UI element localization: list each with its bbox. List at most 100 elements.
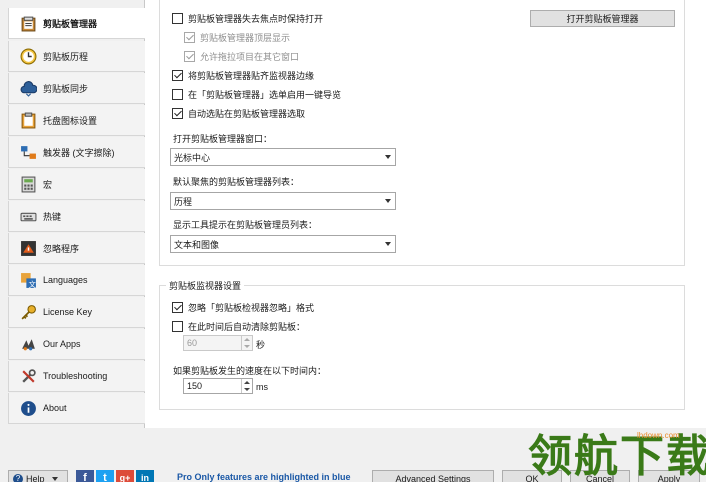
chevron-down-icon bbox=[385, 242, 391, 246]
auto-clear-check[interactable] bbox=[172, 320, 183, 332]
sidebar-item-ignore-programs[interactable]: 忽略程序 bbox=[8, 233, 145, 264]
help-dropdown[interactable]: ? Help bbox=[8, 470, 68, 482]
facebook-icon[interactable]: f bbox=[76, 470, 94, 482]
on-top-check[interactable] bbox=[184, 31, 195, 43]
on-top-label: 剪贴板管理器顶层显示 bbox=[200, 32, 291, 43]
sidebar-item-triggers[interactable]: 触发器 (文字擦除) bbox=[8, 137, 145, 168]
snap-edge-check[interactable] bbox=[172, 69, 183, 81]
snap-edge-label: 将剪贴板管理器贴齐监视器边缘 bbox=[188, 70, 315, 81]
sidebar-item-clipboard-history[interactable]: 剪贴板历程 bbox=[8, 41, 145, 72]
default-list-value: 历程 bbox=[174, 196, 193, 207]
clear-seconds-spinner[interactable]: 60 bbox=[183, 335, 253, 351]
settings-panel: 剪贴板管理器失去焦点时保持打开 打开剪贴板管理器 剪贴板管理器顶层显示 允许拖拉… bbox=[145, 0, 706, 428]
twitter-icon[interactable]: t bbox=[96, 470, 114, 482]
spin-up-icon[interactable] bbox=[242, 379, 252, 386]
sidebar-item-hotkeys[interactable]: 热键 bbox=[8, 201, 145, 232]
auto-select-checkbox[interactable]: 自动选贴在剪贴板管理器选取 bbox=[172, 106, 305, 120]
languages-icon: 文 bbox=[19, 271, 37, 289]
sidebar-item-languages[interactable]: 文 Languages bbox=[8, 265, 145, 296]
sidebar-item-clipboard-manager[interactable]: 剪贴板管理器 bbox=[8, 8, 146, 39]
keep-open-check[interactable] bbox=[172, 12, 183, 24]
default-list-label-text: 默认聚焦的剪贴板管理器列表： bbox=[173, 176, 300, 187]
ignore-program-icon bbox=[19, 239, 37, 257]
sidebar-item-label: 剪贴板同步 bbox=[43, 83, 89, 94]
open-window-select[interactable]: 光标中心 bbox=[170, 148, 396, 166]
auto-select-check[interactable] bbox=[172, 107, 183, 119]
snap-edge-checkbox[interactable]: 将剪贴板管理器贴齐监视器边缘 bbox=[172, 68, 314, 82]
spin-down-icon[interactable] bbox=[242, 386, 252, 393]
macro-icon bbox=[19, 175, 37, 193]
keep-open-label: 剪贴板管理器失去焦点时保持打开 bbox=[188, 13, 324, 24]
help-icon: ? bbox=[13, 474, 23, 482]
auto-clear-label: 在此时间后自动清除剪贴板： bbox=[188, 321, 306, 332]
watermark-site: lhdown.com bbox=[637, 431, 680, 440]
enable-nav-label: 在「剪贴板管理器」选单启用一键导览 bbox=[188, 89, 342, 100]
on-top-checkbox[interactable]: 剪贴板管理器顶层显示 bbox=[184, 30, 290, 44]
keep-open-checkbox[interactable]: 剪贴板管理器失去焦点时保持打开 bbox=[172, 11, 323, 25]
sidebar-item-label: About bbox=[43, 403, 67, 413]
allow-drag-check[interactable] bbox=[184, 50, 195, 62]
linkedin-icon[interactable]: in bbox=[136, 470, 154, 482]
open-manager-button[interactable]: 打开剪贴板管理器 bbox=[530, 10, 675, 27]
tooltip-label-text: 显示工具提示在剪贴板管理员列表： bbox=[173, 219, 318, 230]
chevron-down-icon bbox=[385, 155, 391, 159]
enable-nav-checkbox[interactable]: 在「剪贴板管理器」选单启用一键导览 bbox=[172, 87, 341, 101]
sidebar-item-label: Our Apps bbox=[43, 339, 81, 349]
sidebar-item-label: License Key bbox=[43, 307, 93, 317]
apps-icon bbox=[19, 335, 37, 353]
spinner-arrows[interactable] bbox=[241, 379, 252, 393]
spinner-arrows[interactable] bbox=[241, 336, 252, 350]
svg-text:文: 文 bbox=[28, 278, 36, 288]
google-plus-icon[interactable]: g+ bbox=[116, 470, 134, 482]
clipboard-manager-icon bbox=[19, 14, 37, 32]
info-icon bbox=[19, 399, 37, 417]
sidebar-item-macros[interactable]: 宏 bbox=[8, 169, 145, 200]
ignore-format-checkbox[interactable]: 忽略「剪贴板检视器忽略」格式 bbox=[172, 300, 314, 314]
enable-nav-check[interactable] bbox=[172, 88, 183, 100]
clock-icon bbox=[19, 47, 37, 65]
cloud-sync-icon bbox=[19, 79, 37, 97]
clear-seconds-unit: 秒 bbox=[256, 340, 266, 350]
speed-label-text: 如果剪贴板发生的速度在以下时间内： bbox=[173, 365, 327, 376]
pro-features-note: Pro Only features are highlighted in blu… bbox=[177, 472, 351, 482]
ignore-format-check[interactable] bbox=[172, 301, 183, 313]
sidebar-item-label: 宏 bbox=[43, 179, 53, 190]
sidebar-item-label: 忽略程序 bbox=[43, 243, 80, 254]
tooltip-select[interactable]: 文本和图像 bbox=[170, 235, 396, 253]
sidebar-item-label: 托盘图标设置 bbox=[43, 115, 98, 126]
clipboard-icon bbox=[19, 111, 37, 129]
spin-down-icon[interactable] bbox=[242, 343, 252, 350]
chevron-down-icon bbox=[385, 199, 391, 203]
speed-ms-spinner[interactable]: 150 bbox=[183, 378, 253, 394]
spin-up-icon[interactable] bbox=[242, 336, 252, 343]
open-window-value: 光标中心 bbox=[174, 152, 211, 163]
sidebar-item-label: 剪贴板历程 bbox=[43, 51, 89, 62]
sidebar-item-tray-icon[interactable]: 托盘图标设置 bbox=[8, 105, 145, 136]
allow-drag-checkbox[interactable]: 允许拖拉项目在其它窗口 bbox=[184, 49, 299, 63]
sidebar-item-label: 热键 bbox=[43, 211, 62, 222]
sidebar-item-our-apps[interactable]: Our Apps bbox=[8, 329, 145, 360]
sidebar-item-label: 剪贴板管理器 bbox=[43, 18, 98, 29]
speed-label: 如果剪贴板发生的速度在以下时间内： bbox=[173, 363, 326, 377]
trigger-icon bbox=[19, 143, 37, 161]
clear-seconds-value: 60 bbox=[187, 338, 198, 348]
monitor-group-title: 剪贴板监视器设置 bbox=[166, 279, 245, 292]
settings-sidebar: 剪贴板管理器 剪贴板历程 剪贴板同步 托盘图标设置 触发器 (文字擦除) 宏 热… bbox=[8, 0, 146, 428]
sidebar-item-label: 触发器 (文字擦除) bbox=[43, 147, 115, 158]
speed-ms-value: 150 bbox=[187, 381, 203, 391]
allow-drag-label: 允许拖拉项目在其它窗口 bbox=[200, 51, 300, 62]
advanced-settings-button[interactable]: Advanced Settings bbox=[372, 470, 494, 482]
tools-icon bbox=[19, 367, 37, 385]
help-label: Help bbox=[26, 474, 45, 482]
sidebar-item-about[interactable]: About bbox=[8, 393, 145, 424]
default-list-select[interactable]: 历程 bbox=[170, 192, 396, 210]
sidebar-item-license-key[interactable]: License Key bbox=[8, 297, 145, 328]
sidebar-item-troubleshooting[interactable]: Troubleshooting bbox=[8, 361, 145, 392]
auto-clear-checkbox[interactable]: 在此时间后自动清除剪贴板： bbox=[172, 319, 305, 333]
open-window-label: 打开剪贴板管理器窗口： bbox=[173, 131, 272, 145]
auto-select-label: 自动选贴在剪贴板管理器选取 bbox=[188, 108, 306, 119]
sidebar-item-clipboard-sync[interactable]: 剪贴板同步 bbox=[8, 73, 145, 104]
tooltip-value: 文本和图像 bbox=[174, 239, 220, 250]
keyboard-icon bbox=[19, 207, 37, 225]
speed-ms-unit: ms bbox=[256, 382, 268, 392]
